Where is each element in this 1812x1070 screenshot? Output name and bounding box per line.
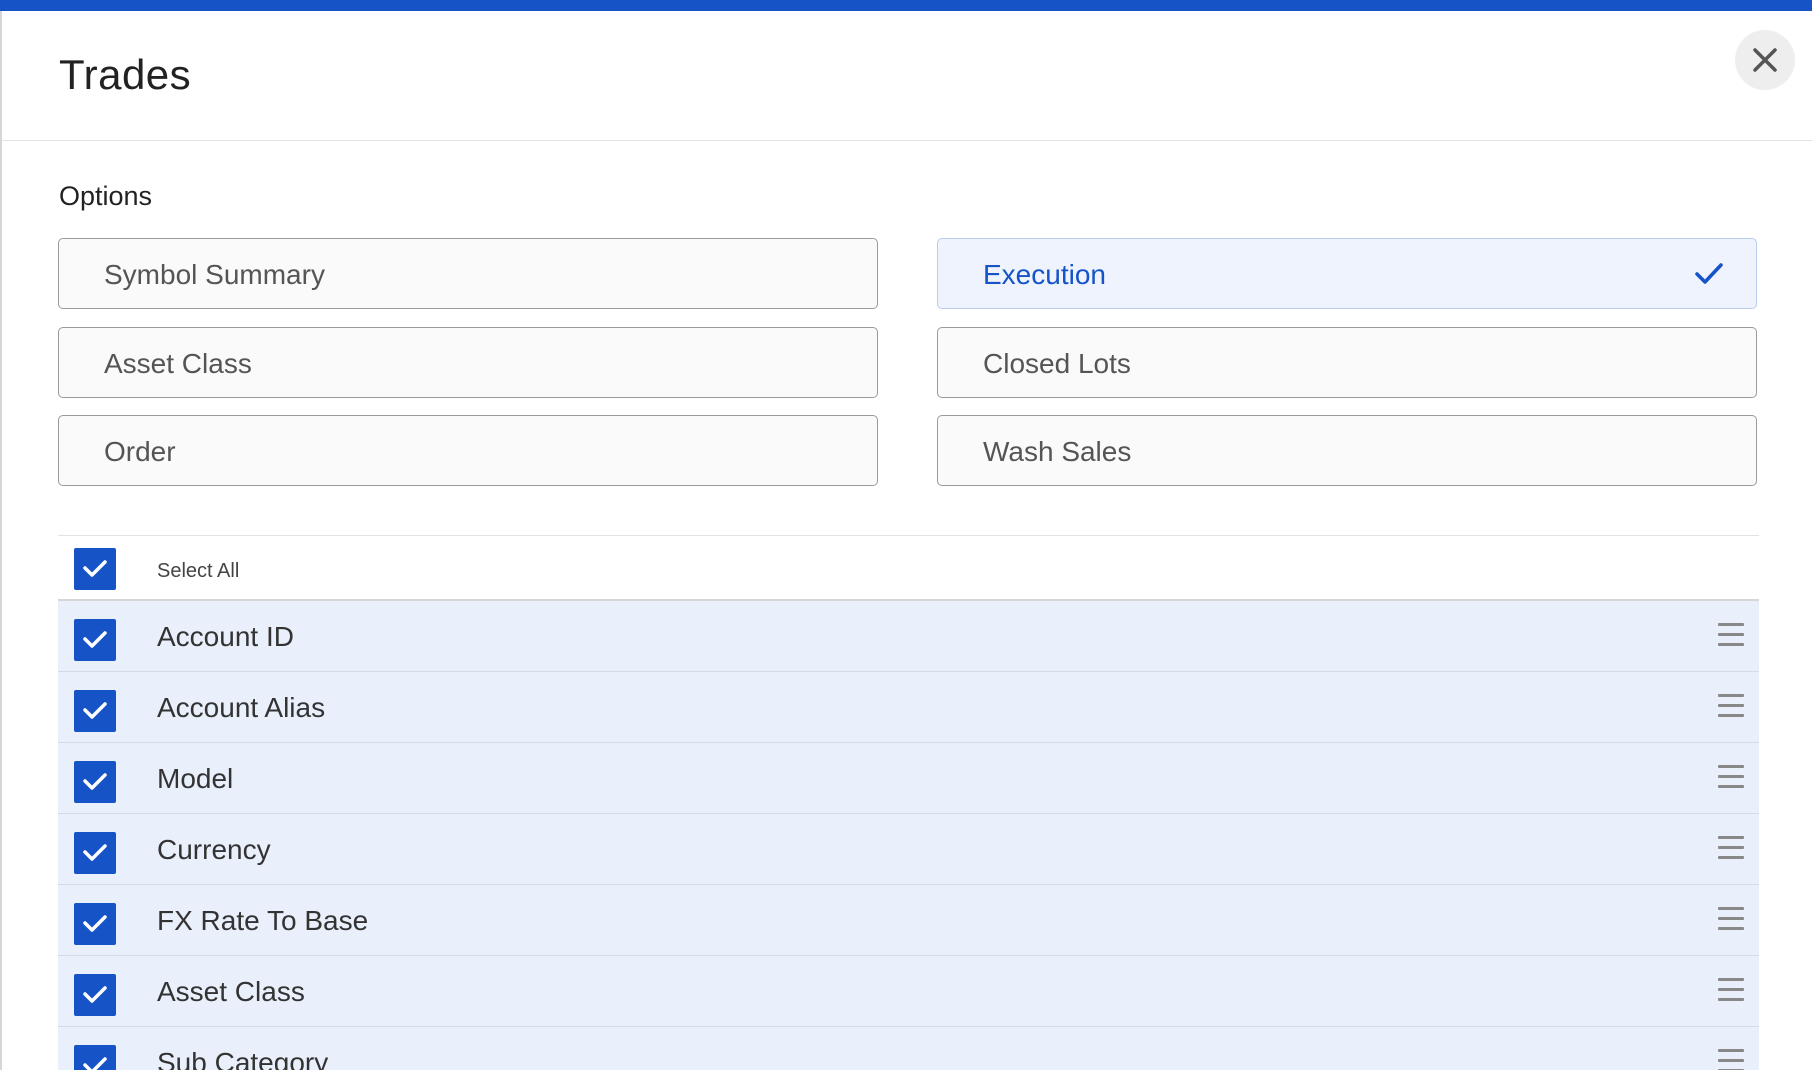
select-all-label: Select All xyxy=(157,560,240,582)
option-label: Closed Lots xyxy=(983,348,1131,379)
field-row-fx-rate-to-base: FX Rate To Base xyxy=(58,885,1759,956)
top-accent-bar xyxy=(0,0,1812,11)
dialog-title: Trades xyxy=(59,51,192,98)
field-row-model: Model xyxy=(58,743,1759,814)
field-checkbox[interactable] xyxy=(74,690,116,732)
dialog-header: Trades xyxy=(2,11,1812,141)
field-checkbox[interactable] xyxy=(74,974,116,1016)
option-closed-lots[interactable]: Closed Lots xyxy=(937,327,1757,398)
option-asset-class[interactable]: Asset Class xyxy=(58,327,878,398)
drag-handle-icon[interactable] xyxy=(1718,765,1744,789)
field-row-currency: Currency xyxy=(58,814,1759,885)
field-label: Account ID xyxy=(157,621,294,652)
field-row-sub-category: Sub Category xyxy=(58,1027,1759,1070)
select-all-row: Select All xyxy=(58,535,1759,601)
checkmark-icon xyxy=(83,1057,107,1070)
drag-handle-icon[interactable] xyxy=(1718,1049,1744,1070)
field-row-account-alias: Account Alias xyxy=(58,672,1759,743)
checkmark-icon xyxy=(83,631,107,648)
checkmark-icon xyxy=(83,773,107,790)
option-order[interactable]: Order xyxy=(58,415,878,486)
trades-dialog: Trades Options Symbol Summary Execution … xyxy=(0,0,1812,1070)
option-wash-sales[interactable]: Wash Sales xyxy=(937,415,1757,486)
field-checkbox[interactable] xyxy=(74,1045,116,1070)
option-execution[interactable]: Execution xyxy=(937,238,1757,309)
field-row-asset-class: Asset Class xyxy=(58,956,1759,1027)
drag-handle-icon[interactable] xyxy=(1718,978,1744,1002)
option-label: Asset Class xyxy=(104,348,252,379)
option-label: Wash Sales xyxy=(983,436,1132,467)
options-label: Options xyxy=(59,181,153,211)
checkmark-icon xyxy=(83,702,107,719)
field-label: FX Rate To Base xyxy=(157,905,369,936)
option-label: Order xyxy=(104,436,176,467)
option-symbol-summary[interactable]: Symbol Summary xyxy=(58,238,878,309)
checkmark-icon xyxy=(83,915,107,932)
select-all-checkbox[interactable] xyxy=(74,548,116,590)
drag-handle-icon[interactable] xyxy=(1718,836,1744,860)
field-row-account-id: Account ID xyxy=(58,601,1759,672)
field-checkbox[interactable] xyxy=(74,832,116,874)
left-edge xyxy=(0,11,2,1070)
field-checkbox[interactable] xyxy=(74,903,116,945)
drag-handle-icon[interactable] xyxy=(1718,694,1744,718)
check-icon xyxy=(1695,263,1723,284)
field-checkbox[interactable] xyxy=(74,619,116,661)
checkmark-icon xyxy=(83,986,107,1003)
field-label: Asset Class xyxy=(157,976,305,1007)
option-label: Execution xyxy=(983,259,1106,290)
field-label: Model xyxy=(157,763,234,794)
close-icon xyxy=(1753,48,1777,72)
field-label: Sub Category xyxy=(157,1047,329,1070)
checkmark-icon xyxy=(83,844,107,861)
field-label: Account Alias xyxy=(157,692,326,723)
checkmark-icon xyxy=(83,560,107,577)
drag-handle-icon[interactable] xyxy=(1718,623,1744,647)
option-label: Symbol Summary xyxy=(104,259,325,290)
close-button[interactable] xyxy=(1735,30,1795,90)
drag-handle-icon[interactable] xyxy=(1718,907,1744,931)
field-checkbox[interactable] xyxy=(74,761,116,803)
field-list: Select All Account ID Account Alias Mode… xyxy=(58,535,1759,1070)
field-label: Currency xyxy=(157,834,271,865)
